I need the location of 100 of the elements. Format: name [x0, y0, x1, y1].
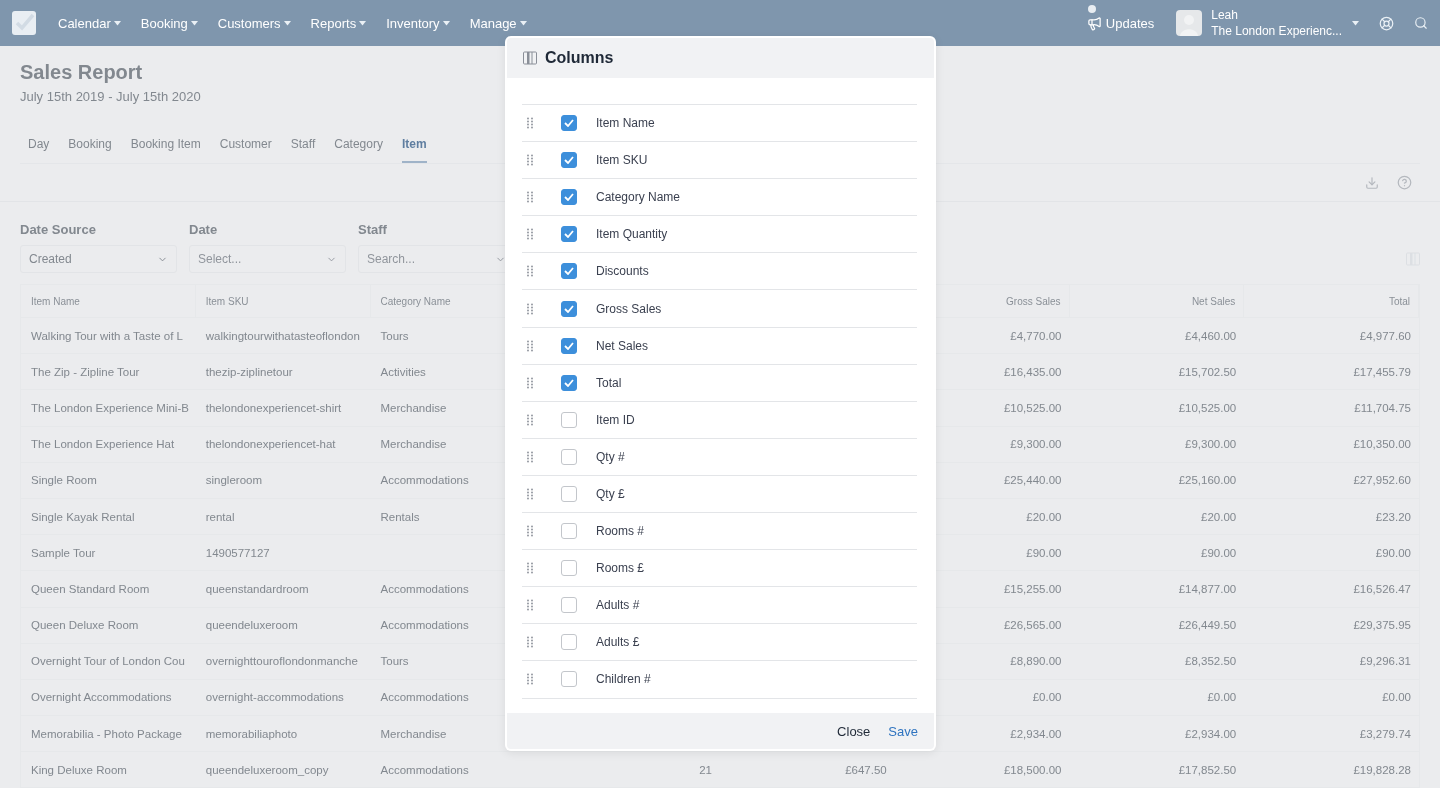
table-cell: £0.00	[1207, 691, 1237, 704]
table-cell: rental	[205, 510, 235, 523]
table-cell: Overnight Accommodations	[31, 691, 172, 704]
nav-menu-item[interactable]: Inventory	[386, 15, 450, 31]
checkmark-icon	[564, 119, 574, 128]
nav-menu-item[interactable]: Booking	[140, 15, 198, 31]
filter-label: Staff	[358, 222, 388, 237]
download-icon[interactable]	[1365, 175, 1379, 190]
report-tab[interactable]: Booking	[68, 129, 112, 163]
checkbox[interactable]	[561, 560, 577, 577]
drag-handle-icon[interactable]	[527, 488, 533, 500]
table-cell: memorabiliaphoto	[205, 727, 298, 740]
checkbox[interactable]	[561, 486, 577, 502]
table-cell: Activities	[380, 365, 426, 378]
avatar-icon[interactable]	[1176, 10, 1203, 36]
checkbox[interactable]	[561, 337, 577, 354]
search-icon[interactable]	[1414, 16, 1428, 30]
drag-handle-icon[interactable]	[527, 636, 533, 649]
checkbox[interactable]	[561, 300, 577, 317]
report-tab[interactable]: Customer	[219, 129, 272, 163]
drag-handle-icon[interactable]	[527, 117, 533, 130]
nav-menu-item[interactable]: Reports	[310, 15, 367, 31]
checkbox[interactable]	[561, 523, 577, 540]
table-cell: Accommodations	[380, 691, 469, 704]
column-header[interactable]: Item SKU	[205, 295, 249, 307]
date-range: July 15th 2019 - July 15th 2020	[20, 89, 202, 105]
column-header[interactable]: Net Sales	[1191, 295, 1236, 307]
column-header[interactable]: Total	[1388, 295, 1410, 307]
table-cell: Queen Deluxe Room	[31, 619, 139, 632]
drag-handle-icon[interactable]	[527, 191, 533, 204]
drag-handle-icon[interactable]	[527, 265, 533, 278]
column-header[interactable]: Gross Sales	[1006, 295, 1061, 307]
table-cell: £20.00	[1201, 510, 1237, 523]
drag-handle-icon[interactable]	[527, 376, 533, 389]
checkbox[interactable]	[561, 671, 577, 688]
table-cell: £8,890.00	[1010, 655, 1062, 668]
table-cell: £90.00	[1375, 546, 1411, 559]
checkbox[interactable]	[561, 374, 577, 391]
report-tab[interactable]: Category	[334, 129, 383, 163]
drag-handle-icon[interactable]	[527, 673, 533, 686]
table-cell: Overnight Tour of London Cou	[31, 655, 185, 668]
drag-handle-icon[interactable]	[527, 339, 533, 352]
column-label: Rooms #	[596, 524, 645, 539]
help-icon[interactable]	[1397, 175, 1412, 190]
drag-handle-icon[interactable]	[527, 302, 533, 315]
checkbox[interactable]	[561, 152, 577, 169]
report-tab[interactable]: Booking Item	[130, 129, 201, 163]
column-header[interactable]: Item Name	[31, 295, 80, 307]
checkmark-icon	[564, 378, 574, 387]
report-tab[interactable]: Staff	[290, 129, 316, 163]
drag-handle-icon[interactable]	[527, 154, 533, 167]
table-cell: walkingtourwithatasteoflondon	[205, 329, 360, 342]
save-button[interactable]: Save	[882, 719, 924, 743]
drag-handle-icon[interactable]	[527, 562, 533, 575]
checkbox[interactable]	[561, 189, 577, 206]
checkmark-icon	[564, 267, 574, 276]
lifebuoy-icon[interactable]	[1379, 15, 1394, 31]
caret-icon	[113, 20, 121, 26]
checkbox[interactable]	[561, 597, 577, 614]
table-cell: 21	[699, 763, 712, 776]
updates-link[interactable]: Updates	[1086, 15, 1155, 31]
table-cell: £90.00	[1026, 546, 1062, 559]
drag-handle-icon[interactable]	[527, 525, 533, 538]
table-cell: thezip-ziplinetour	[205, 365, 293, 378]
nav-menu-item[interactable]: Calendar	[58, 15, 121, 31]
filter-select[interactable]: Created	[20, 245, 177, 273]
drag-handle-icon[interactable]	[527, 228, 533, 241]
drag-handle-icon[interactable]	[527, 599, 533, 612]
checkbox[interactable]	[561, 411, 577, 428]
table-cell: Accommodations	[380, 619, 469, 632]
checkbox[interactable]	[561, 115, 577, 132]
nav-menu-item[interactable]: Manage	[469, 15, 527, 31]
drag-handle-icon[interactable]	[527, 413, 533, 426]
report-tab[interactable]: Item	[401, 129, 427, 163]
drag-handle-icon[interactable]	[527, 450, 533, 463]
table-cell: The London Experience Hat	[31, 438, 175, 451]
filter-label: Date	[189, 222, 219, 237]
user-name: Leah	[1211, 7, 1239, 23]
table-cell: Merchandise	[380, 438, 447, 451]
checkbox[interactable]	[561, 634, 577, 651]
checkmark-logo[interactable]	[12, 11, 36, 35]
table-cell: £25,160.00	[1178, 474, 1237, 487]
table-cell: queendeluxeroom_copy	[205, 763, 329, 776]
table-cell: £8,352.50	[1185, 655, 1237, 668]
nav-menu-item[interactable]: Customers	[217, 15, 291, 31]
table-cell: singleroom	[205, 474, 262, 487]
filter-select[interactable]: Select...	[189, 245, 346, 273]
table-cell: Tours	[380, 655, 409, 668]
report-tab[interactable]: Day	[28, 129, 50, 163]
table-cell: The Zip - Zipline Tour	[31, 365, 140, 378]
table-cell: £23.20	[1375, 510, 1411, 523]
table-cell: £14,877.00	[1178, 582, 1237, 595]
column-label: Net Sales	[596, 338, 649, 353]
table-cell: £26,449.50	[1178, 619, 1237, 632]
checkbox[interactable]	[561, 263, 577, 280]
checkbox[interactable]	[561, 226, 577, 243]
column-header[interactable]: Category Name	[380, 295, 451, 307]
close-button[interactable]: Close	[831, 719, 877, 743]
checkbox[interactable]	[561, 448, 577, 465]
table-cell: £11,704.75	[1354, 401, 1411, 414]
